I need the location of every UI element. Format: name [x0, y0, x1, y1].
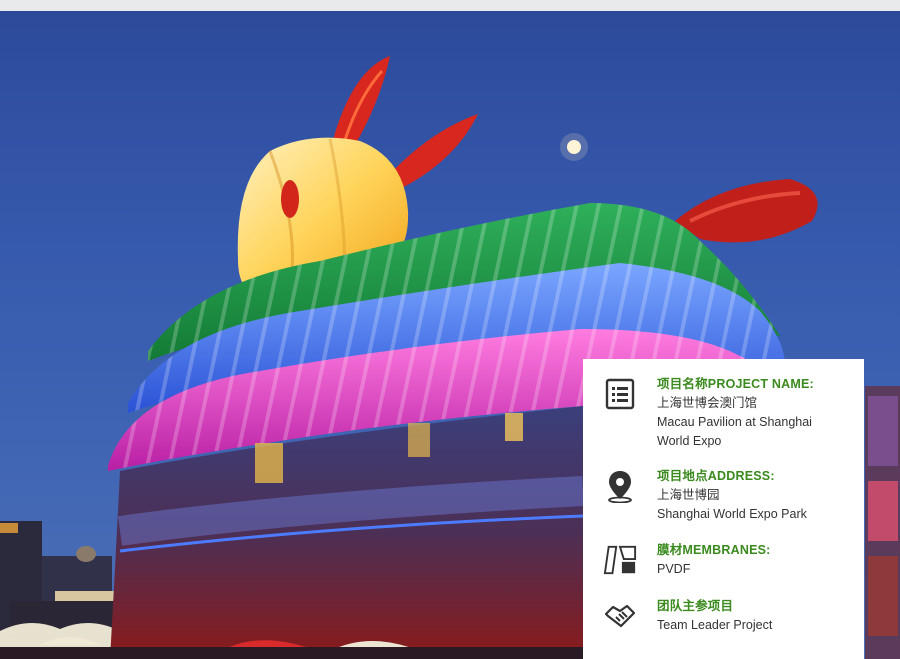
right-building	[865, 386, 900, 659]
team-value: Team Leader Project	[657, 618, 773, 632]
project-name-value-line-3: World Expo	[657, 434, 722, 448]
project-name-label: 项目名称PROJECT NAME:	[657, 377, 814, 391]
list-icon	[603, 377, 637, 411]
address-value-line-1: 上海世博园	[657, 488, 720, 502]
project-info-card: 项目名称PROJECT NAME: 上海世博会澳门馆 Macau Pavilio…	[583, 359, 864, 659]
address-label: 项目地点ADDRESS:	[657, 469, 775, 483]
handshake-icon	[603, 599, 637, 633]
address-value-line-2: Shanghai World Expo Park	[657, 507, 807, 521]
rabbit-tail	[675, 179, 818, 243]
membranes-label: 膜材MEMBRANES:	[657, 543, 771, 557]
location-pin-icon	[603, 469, 637, 503]
rabbit-eye	[281, 180, 299, 218]
membranes-value: PVDF	[657, 562, 691, 576]
project-name-value-line-1: 上海世博会澳门馆	[657, 396, 758, 410]
project-name-value-line-2: Macau Pavilion at Shanghai	[657, 415, 812, 429]
membrane-panels-icon	[603, 543, 637, 577]
team-label: 团队主参项目	[657, 599, 734, 613]
